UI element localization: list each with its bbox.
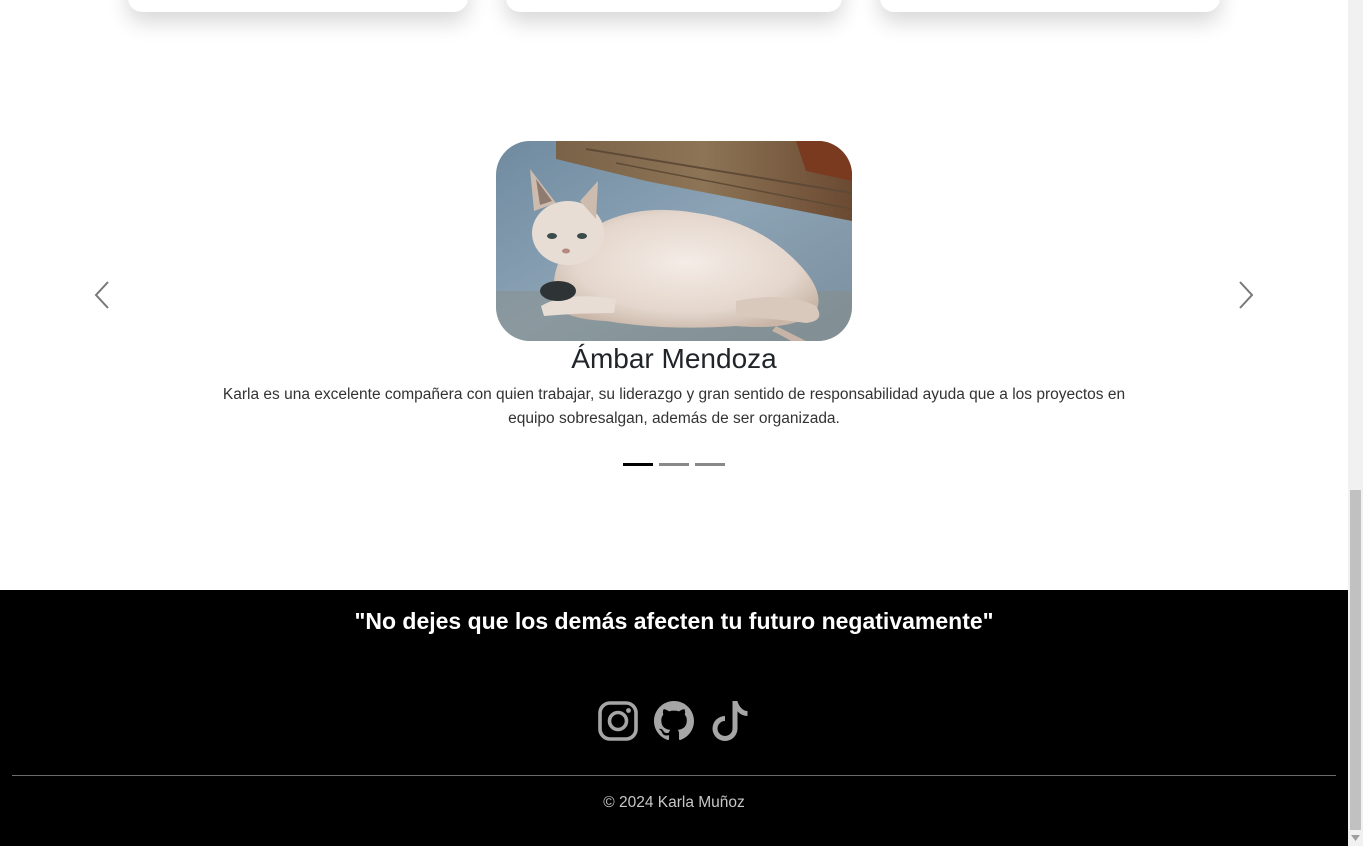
card (128, 0, 468, 12)
instagram-icon (598, 701, 638, 741)
carousel-indicator-3[interactable] (695, 463, 725, 466)
testimonial-photo (496, 141, 852, 341)
carousel-indicator-1[interactable] (623, 463, 653, 466)
card (506, 0, 842, 12)
carousel-next-button[interactable] (1226, 275, 1266, 315)
testimonial-text: Karla es una excelente compañera con qui… (222, 386, 1126, 427)
testimonial-name: Ámbar Mendoza (571, 343, 777, 374)
page: Ámbar Mendoza Karla es una excelente com… (0, 0, 1348, 846)
carousel-indicators (0, 463, 1348, 466)
cat-photo (496, 141, 852, 341)
chevron-right-icon (1239, 281, 1254, 309)
carousel-prev-button[interactable] (82, 275, 122, 315)
scrollbar-thumb[interactable] (1350, 490, 1361, 830)
github-link[interactable] (654, 700, 694, 742)
tiktok-icon (712, 701, 748, 741)
footer-divider (12, 775, 1336, 776)
card (880, 0, 1220, 12)
footer-quote: "No dejes que los demás afecten tu futur… (354, 608, 994, 634)
social-links (0, 700, 1348, 742)
carousel-indicator-2[interactable] (659, 463, 689, 466)
github-icon (654, 701, 694, 741)
scroll-down-arrow-icon[interactable] (1348, 832, 1363, 844)
copyright-text: © 2024 Karla Muñoz (603, 794, 745, 811)
footer: "No dejes que los demás afecten tu futur… (0, 590, 1348, 846)
tiktok-link[interactable] (710, 700, 750, 742)
page-scrollbar[interactable] (1348, 0, 1363, 846)
instagram-link[interactable] (598, 700, 638, 742)
chevron-left-icon (94, 281, 109, 309)
testimonial-carousel: Ámbar Mendoza Karla es una excelente com… (0, 120, 1348, 500)
